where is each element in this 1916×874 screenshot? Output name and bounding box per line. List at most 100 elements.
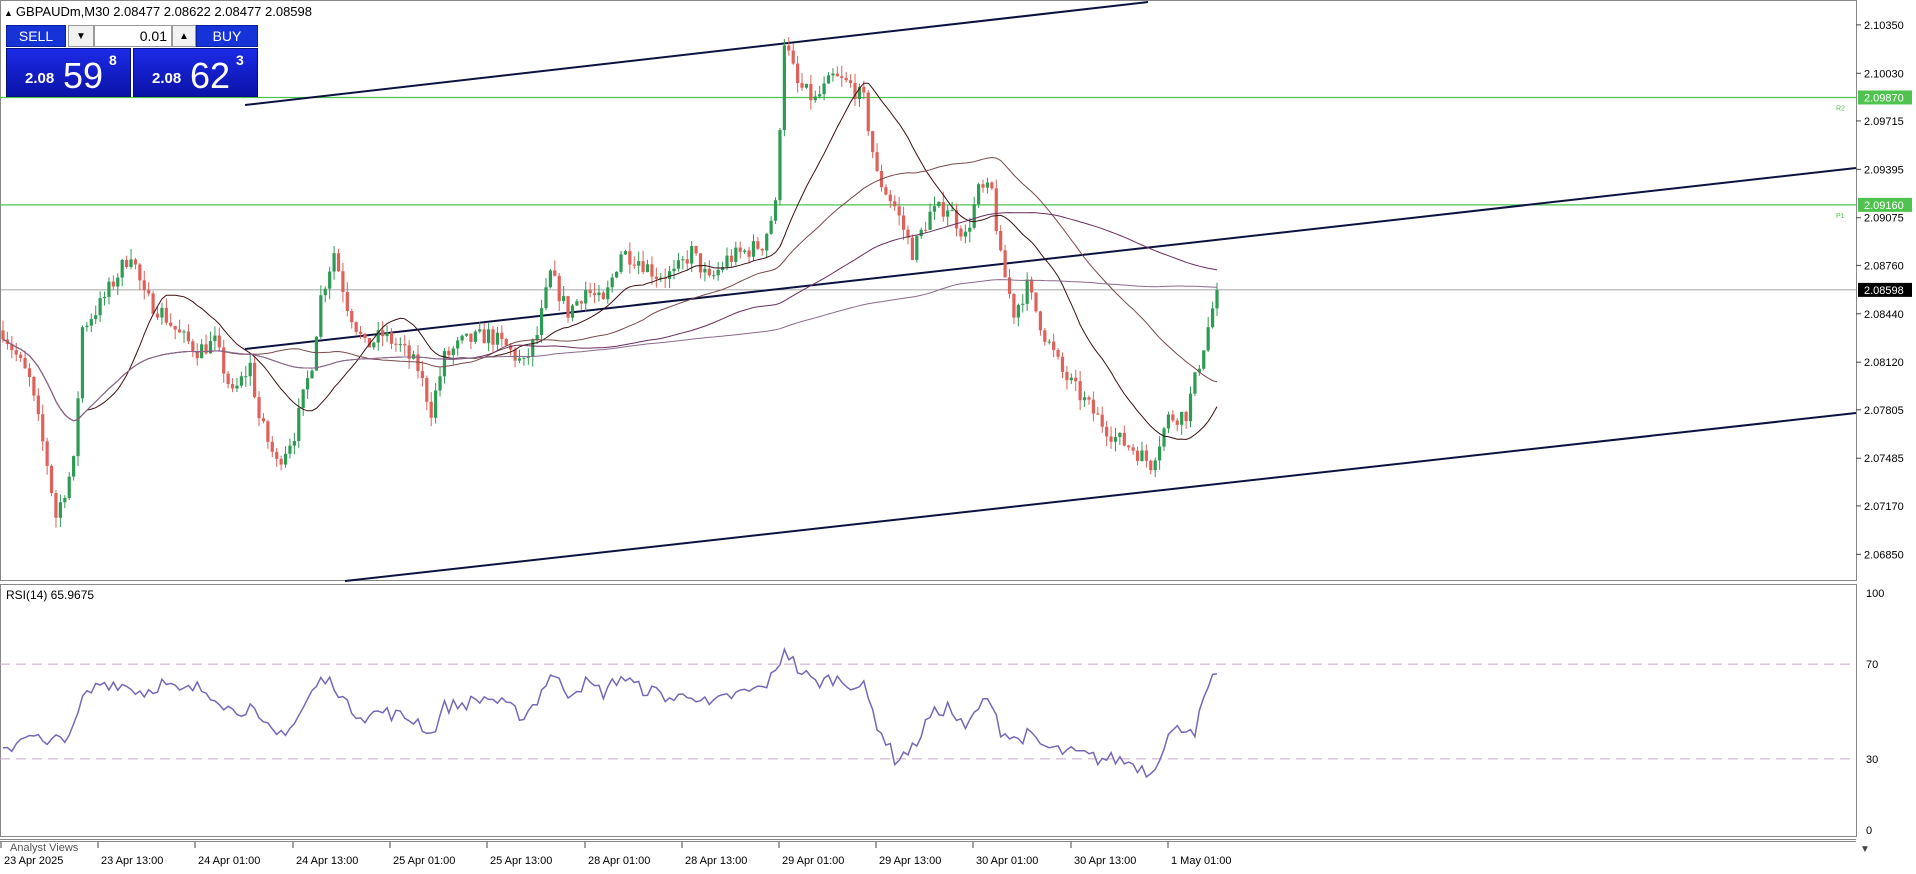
candle-body — [570, 305, 575, 318]
candle-body — [403, 344, 407, 346]
candle-body — [76, 398, 80, 457]
candle-body — [751, 241, 756, 257]
candle-body — [14, 350, 18, 355]
candle-body — [999, 231, 1003, 251]
candle-body — [1, 330, 5, 340]
candle-body — [142, 280, 146, 291]
symbol-triangle-icon: ▲ — [4, 8, 13, 18]
candle-body — [102, 296, 107, 299]
candle-body — [80, 327, 85, 399]
candle-body — [813, 96, 817, 101]
candle-body — [85, 325, 89, 328]
candle-body — [310, 370, 314, 379]
candle-body — [782, 45, 786, 131]
candle-body — [1215, 289, 1219, 309]
price-tick-label: 2.07170 — [1864, 501, 1904, 513]
candle-body — [169, 322, 173, 326]
candle-body — [111, 281, 115, 287]
candle-body — [1047, 341, 1051, 343]
price-chart[interactable]: 2.103502.100302.097152.093952.090752.087… — [0, 0, 1916, 874]
candle-body — [116, 277, 120, 287]
candle-body — [204, 344, 208, 354]
trend-line-1 — [244, 1, 1149, 106]
candle-body — [1100, 414, 1104, 427]
candle-body — [566, 296, 570, 318]
candle-body — [266, 421, 270, 442]
candle-body — [54, 493, 58, 518]
candle-body — [592, 293, 597, 296]
candle-body — [297, 407, 301, 441]
candle-body — [866, 92, 870, 132]
candle-body — [1060, 356, 1065, 372]
candle-body — [831, 73, 835, 76]
analyst-views-tab[interactable]: Analyst Views — [10, 842, 78, 854]
candle-body — [41, 414, 45, 442]
moving-average-line — [2, 156, 1218, 422]
candle-body — [138, 264, 142, 281]
candle-body — [703, 268, 707, 273]
candle-body — [72, 456, 76, 477]
candle-body — [584, 290, 588, 304]
candle-body — [217, 335, 221, 348]
lot-size-input[interactable] — [94, 25, 172, 47]
candle-body — [804, 83, 809, 88]
candle-body — [1109, 436, 1113, 442]
lot-increase-icon[interactable]: ▲ — [172, 25, 196, 47]
time-tick-label: 29 Apr 13:00 — [879, 855, 941, 867]
candle-body — [336, 253, 341, 272]
time-tick-label: 28 Apr 13:00 — [685, 855, 747, 867]
candle-body — [345, 291, 349, 312]
candle-body — [1131, 447, 1135, 451]
candle-body — [513, 349, 517, 361]
candle-body — [1056, 349, 1060, 357]
buy-price-box[interactable]: 2.08 62 3 — [133, 48, 258, 97]
candle-body — [147, 290, 151, 294]
candle-body — [681, 259, 685, 261]
rsi-line — [2, 647, 1218, 779]
candle-body — [133, 259, 138, 265]
candle-body — [562, 296, 566, 302]
candle-body — [888, 194, 892, 202]
price-tick-label: 2.08760 — [1864, 260, 1904, 272]
candle-body — [354, 322, 358, 332]
candle-body — [1003, 250, 1007, 278]
one-click-trading-panel: SELL ▼ ▲ BUY 2.08 59 8 2.08 62 3 — [6, 25, 258, 97]
sell-price-prefix: 2.08 — [25, 70, 55, 87]
pivot-level-tag-text: P1 — [1836, 213, 1845, 220]
candle-body — [257, 397, 261, 419]
rsi-tick-label: 100 — [1866, 588, 1884, 600]
candle-body — [244, 376, 248, 378]
candle-body — [478, 329, 482, 332]
candle-body — [129, 259, 133, 267]
buy-button[interactable]: BUY — [196, 25, 258, 47]
candle-body — [186, 331, 191, 342]
candle-body — [151, 293, 155, 314]
candle-body — [729, 255, 733, 262]
candle-body — [288, 445, 292, 454]
candle-body — [716, 269, 720, 276]
candle-body — [173, 325, 177, 330]
trend-line-2 — [244, 167, 1857, 350]
sell-price-box[interactable]: 2.08 59 8 — [6, 48, 131, 97]
candle-body — [985, 182, 990, 188]
time-tick-label: 30 Apr 13:00 — [1074, 855, 1136, 867]
candle-body — [862, 86, 866, 93]
candle-body — [950, 210, 954, 212]
candle-body — [897, 206, 901, 216]
candle-body — [694, 246, 698, 254]
candle-body — [676, 260, 681, 269]
candle-body — [1074, 377, 1078, 382]
candle-body — [1096, 413, 1100, 415]
candle-body — [1038, 311, 1043, 331]
candle-body — [601, 292, 605, 300]
candle-body — [654, 276, 658, 280]
candle-body — [517, 358, 522, 361]
time-tick-label: 29 Apr 01:00 — [782, 855, 844, 867]
rsi-tick-label: 30 — [1866, 754, 1878, 766]
buy-price-big: 62 — [190, 55, 231, 96]
current-price-label: 2.08598 — [1864, 285, 1904, 297]
moving-average-line — [2, 212, 1218, 422]
sell-button[interactable]: SELL — [6, 25, 66, 47]
lot-decrease-icon[interactable]: ▼ — [68, 25, 94, 47]
moving-average-line — [2, 82, 1218, 441]
